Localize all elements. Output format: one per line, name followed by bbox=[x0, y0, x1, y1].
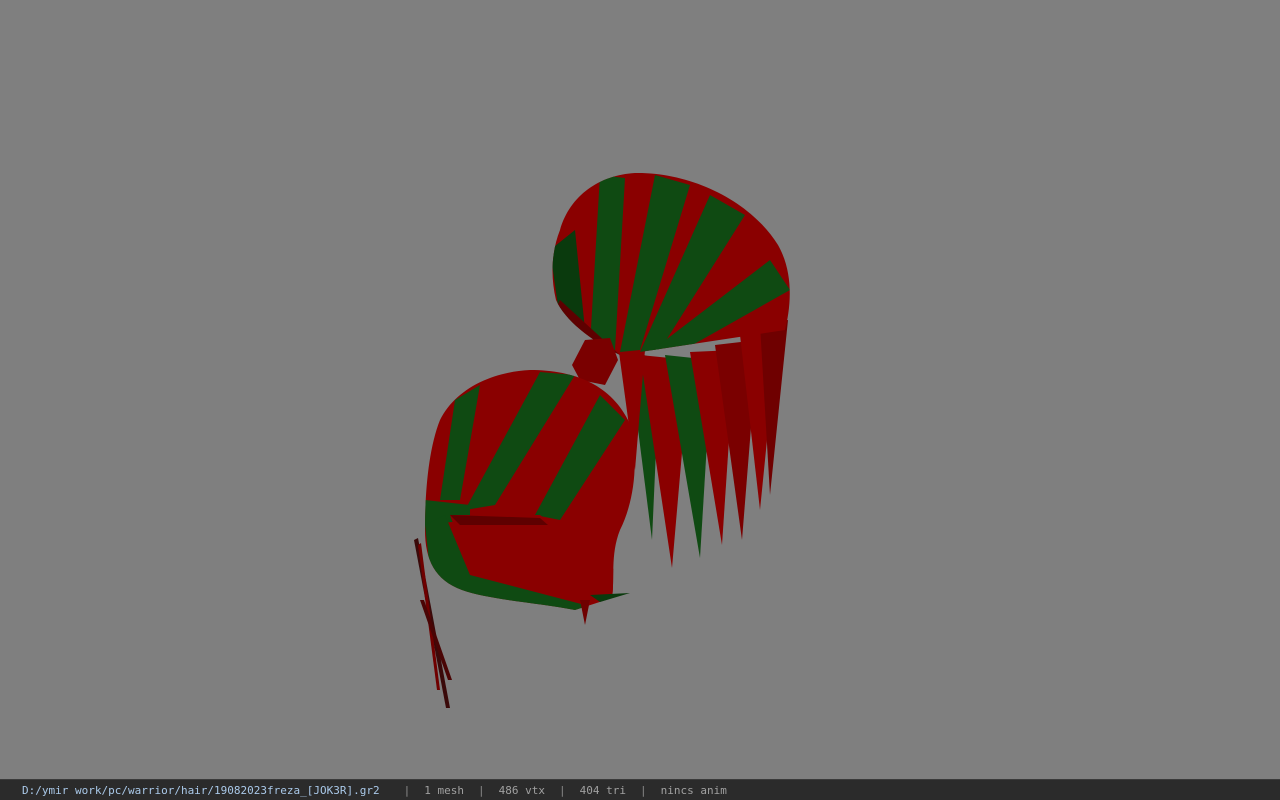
separator: | bbox=[639, 783, 647, 797]
file-path: D:/ymir work/pc/warrior/hair/19082023fre… bbox=[22, 783, 380, 797]
triangle-count: 404 tri bbox=[579, 783, 626, 797]
top-bun bbox=[552, 172, 790, 355]
status-bar: D:/ymir work/pc/warrior/hair/19082023fre… bbox=[0, 779, 1280, 800]
mesh-count: 1 mesh bbox=[424, 783, 464, 797]
separator: | bbox=[478, 783, 485, 797]
separator: | bbox=[558, 783, 566, 797]
separator: | bbox=[403, 783, 411, 797]
bottom-bun bbox=[425, 370, 635, 625]
hair-model-render bbox=[414, 172, 790, 708]
hair-strands bbox=[618, 320, 788, 568]
vertex-count: 486 vtx bbox=[498, 783, 545, 797]
animation-status: nincs anim bbox=[660, 783, 727, 797]
3d-viewport[interactable] bbox=[0, 0, 1280, 779]
